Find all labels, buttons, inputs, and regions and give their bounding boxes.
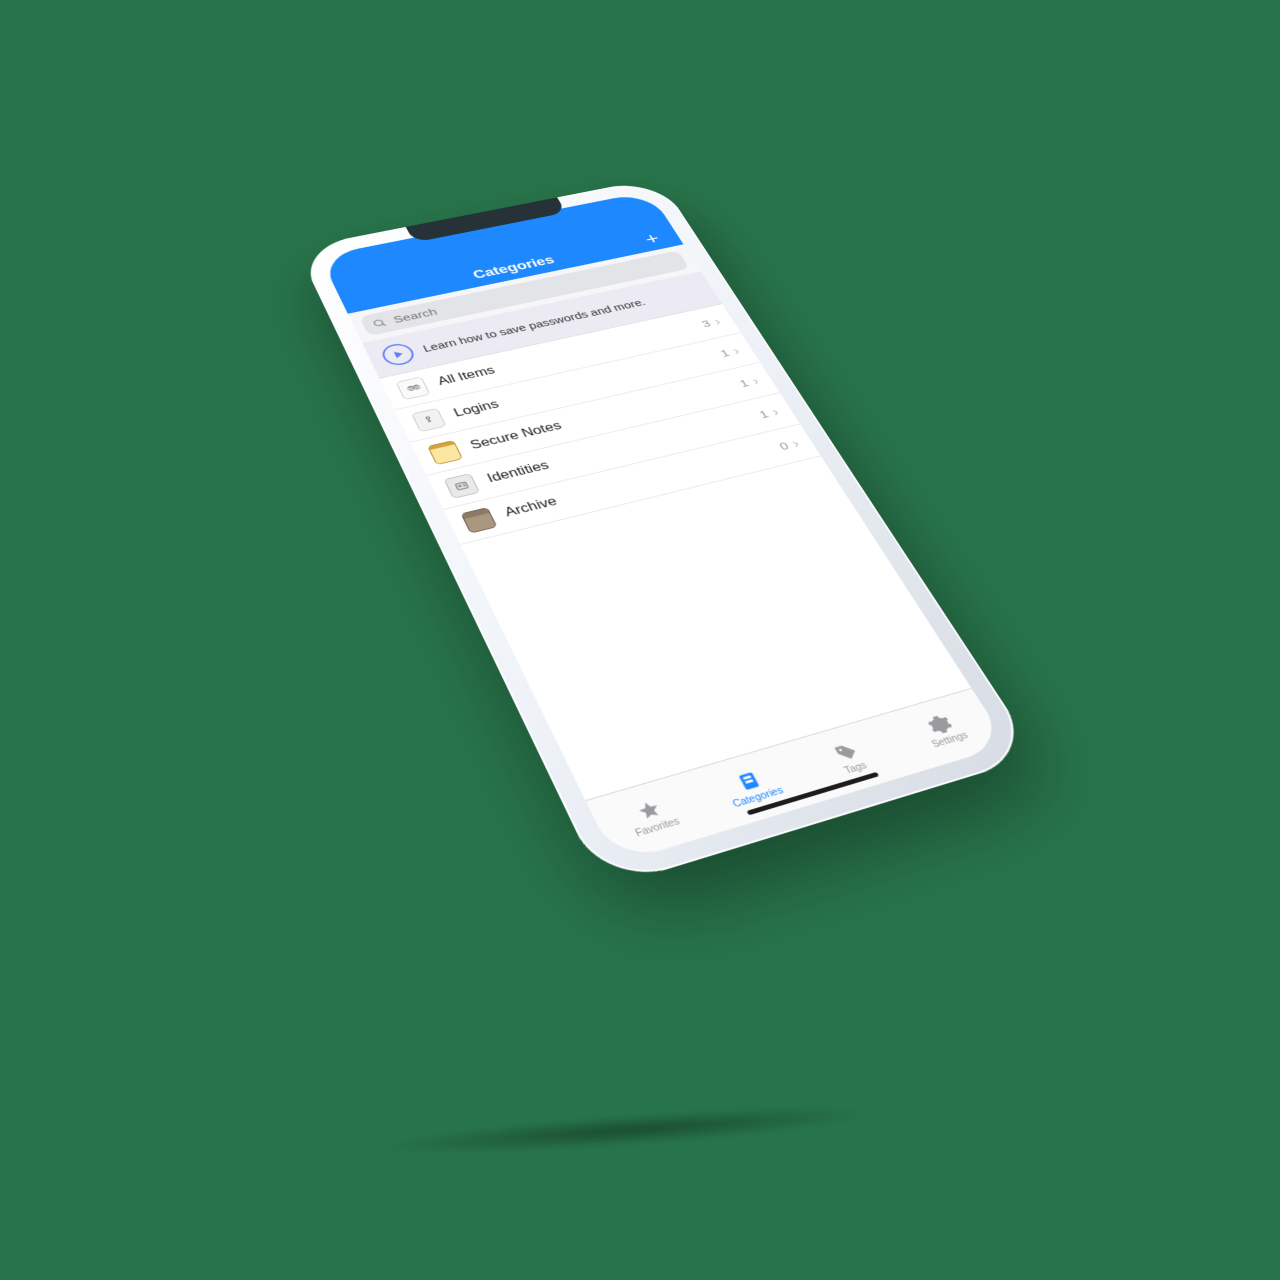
home-indicator[interactable] <box>746 772 879 816</box>
categories-list: ⦾⦾ All Items 3 › Logins 1 › <box>379 304 971 800</box>
play-icon <box>379 341 418 367</box>
tab-tags[interactable]: Tags <box>785 715 915 802</box>
tab-label: Categories <box>731 786 785 810</box>
stage: Categories + Learn how to save passwords… <box>0 0 1280 1280</box>
secure-notes-icon <box>427 440 463 465</box>
search-icon <box>371 317 389 329</box>
all-items-icon: ⦾⦾ <box>396 377 431 401</box>
chevron-right-icon: › <box>749 374 763 388</box>
phone-mockup: Categories + Learn how to save passwords… <box>296 178 1038 889</box>
tab-bar: Favorites Categories Tags Settings <box>585 688 1008 864</box>
categories-icon <box>733 768 766 793</box>
tab-settings[interactable]: Settings <box>880 689 1009 774</box>
archive-icon <box>461 507 498 533</box>
tag-icon <box>830 740 862 765</box>
chevron-right-icon: › <box>711 315 724 329</box>
tab-label: Favorites <box>634 817 682 840</box>
logins-icon <box>411 408 446 432</box>
tab-label: Settings <box>930 731 970 750</box>
tab-label: Tags <box>843 761 869 776</box>
chevron-right-icon: › <box>729 344 742 358</box>
add-button[interactable]: + <box>635 228 668 248</box>
phone-screen: Categories + Learn how to save passwords… <box>320 191 1009 863</box>
phone-shadow <box>368 1098 891 1164</box>
chevron-right-icon: › <box>788 436 802 451</box>
gear-icon <box>924 713 956 737</box>
chevron-right-icon: › <box>768 404 782 419</box>
tab-categories[interactable]: Categories <box>687 743 819 832</box>
phone-body: Categories + Learn how to save passwords… <box>296 178 1038 889</box>
identities-icon <box>444 473 480 499</box>
tab-favorites[interactable]: Favorites <box>586 772 719 864</box>
plus-icon: + <box>640 229 663 249</box>
star-icon <box>633 798 666 824</box>
